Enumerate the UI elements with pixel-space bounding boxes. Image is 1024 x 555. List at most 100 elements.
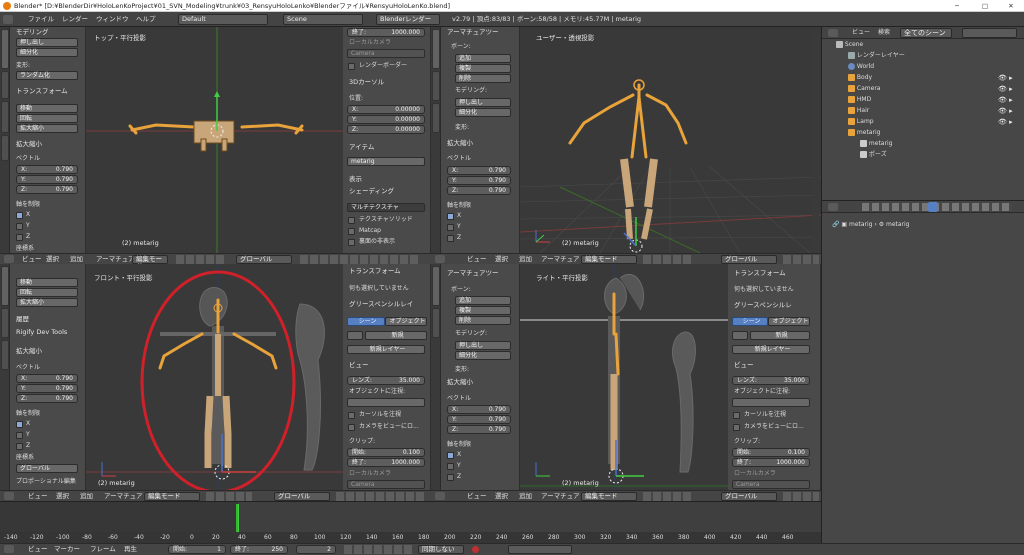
move-button[interactable]: 移動 [16,104,78,113]
vector-x-field-bl[interactable]: X: 0.790 [16,374,78,383]
editor-type-icon-bl[interactable] [4,492,14,500]
menu-add-tl[interactable]: 追加 [70,254,83,264]
viewport-top[interactable]: トップ・平行投影 (2) metarig [86,27,343,253]
viewport-right[interactable]: ライト・平行投影 (2) metarig [520,264,728,490]
randomize-button[interactable]: ランダム化 [16,71,78,80]
shading-buttons-tr[interactable] [643,255,693,264]
vector-z-field-bl[interactable]: Z: 0.790 [16,394,78,403]
mode-selector-bl[interactable]: 編集モード [144,492,200,501]
outliner-filter-dropdown[interactable]: 全てのシーン [900,28,952,38]
close-button[interactable]: ✕ [998,0,1024,12]
orientation-selector-tr[interactable]: グローバル [721,255,777,264]
constraint-y-checkbox-tr[interactable] [447,224,454,231]
shading-buttons-tl[interactable] [176,255,226,264]
shading-buttons-br[interactable] [643,492,693,501]
armature-data-tab[interactable] [928,202,938,212]
cam-to-view-checkbox-br[interactable] [733,424,740,431]
minimize-button[interactable]: ─ [944,0,970,12]
clip-end-field-br[interactable]: 終了: 1000.000 [732,458,810,467]
menu-armature-br[interactable]: アーマチュア [541,491,579,501]
vector-x-field-br[interactable]: X: 0.790 [447,405,511,414]
bone-delete-button-br[interactable]: 削除 [455,316,511,325]
constraint-y-checkbox-bl[interactable] [16,432,23,439]
gp-new-button[interactable]: 新規 [365,331,427,340]
vector-z-field-tr[interactable]: Z: 0.790 [447,186,511,195]
tab-options-br[interactable] [432,308,440,338]
constraint-z-checkbox-tr[interactable] [447,235,454,242]
constraint-x-checkbox-br[interactable] [447,452,454,459]
menu-add-bl[interactable]: 追加 [80,491,93,501]
outliner-world[interactable]: World [848,63,874,71]
timeline[interactable]: -140 -120 -100 -80 -60 -40 -20 0 20 40 6… [0,501,821,544]
tab-grease-pencil[interactable] [1,135,9,161]
layout-selector[interactable]: Default [178,14,268,25]
editor-type-icon-tl[interactable] [4,255,14,263]
start-frame-field[interactable]: 開始: 1 [168,545,226,554]
tab-options-tr[interactable] [432,71,440,101]
view-header-br[interactable]: ビュー [734,360,754,370]
keying-set-field[interactable] [508,545,572,554]
vector-z-field-br[interactable]: Z: 0.790 [447,425,511,434]
bone-extrude-button-br[interactable]: 押し出し [455,341,511,350]
item-name-field[interactable]: metarig [347,157,425,166]
lens-field-br[interactable]: レンズ: 35.000 [732,376,810,385]
editor-type-icon-br[interactable] [435,492,445,500]
outliner-item-hair[interactable]: Hair [848,107,869,115]
rotate-button-bl[interactable]: 回転 [16,288,78,297]
constraint-z-checkbox-br[interactable] [447,474,454,481]
viewport-front[interactable]: フロント・平行投影 (2) metarig [86,264,343,490]
orientation-dropdown-bl[interactable]: グローバル [16,464,78,473]
gp-new-layer-button[interactable]: 新規レイヤー [347,345,425,354]
editor-type-icon[interactable] [3,15,13,24]
viewport-user-scrollbar[interactable] [812,30,819,250]
gp-pencil-icon[interactable] [347,331,363,340]
display-header[interactable]: 表示 [349,174,362,184]
cursor-header[interactable]: 3Dカーソル [349,77,384,87]
tab-create-bl[interactable] [1,308,9,338]
outliner-item-hmd[interactable]: HMD [848,96,871,104]
view-header-bl[interactable]: ビュー [349,360,369,370]
menu-view-bl[interactable]: ビュー [28,491,48,501]
item-header[interactable]: アイテム [349,142,374,152]
scale-button-bl[interactable]: 拡大縮小 [16,298,78,307]
outliner-metarig-data[interactable]: metarig [860,140,892,148]
texture-mode-dropdown[interactable]: マルチテクスチャ [347,203,425,212]
armature-tools-header[interactable]: アーマチュアツー [447,27,498,37]
menu-armature-tl[interactable]: アーマチュア [96,254,134,264]
layer-buttons-bl[interactable] [336,492,426,501]
orientation-selector-tl[interactable]: グローバル [236,255,292,264]
vector-y-field-br[interactable]: Y: 0.790 [447,415,511,424]
tab-tools-br[interactable] [432,266,440,306]
shading-buttons-bl[interactable] [206,492,252,501]
playback-controls[interactable] [344,545,414,554]
matcap-checkbox[interactable] [348,228,355,235]
rotate-button[interactable]: 回転 [16,114,78,123]
render-border-checkbox[interactable] [348,63,355,70]
gp-new-button-br[interactable]: 新規 [750,331,810,340]
outliner-item-camera[interactable]: Camera [848,85,880,93]
subdivide-button[interactable]: 細分化 [16,48,78,57]
gp-pencil-icon-br[interactable] [732,331,748,340]
editor-type-icon-timeline[interactable] [4,545,14,553]
local-camera-field-br[interactable]: Camera [732,480,810,489]
layer-buttons-tl[interactable] [300,255,420,264]
menu-add-br[interactable]: 追加 [519,491,532,501]
mode-selector-tl[interactable]: 編集モード [132,255,168,270]
local-camera-field[interactable]: Camera [347,49,425,58]
menu-select-br[interactable]: 選択 [495,491,508,501]
vector-x-field[interactable]: X: 0.790 [16,165,78,174]
clip-start-field-br[interactable]: 開始: 0.100 [732,448,810,457]
transform-header-bl[interactable]: トランスフォーム [349,266,401,276]
outliner-item-metarig[interactable]: metarig [848,129,880,137]
bone-add-button-br[interactable]: 追加 [455,296,511,305]
constraint-y-checkbox-br[interactable] [447,463,454,470]
operator-header-tr[interactable]: 拡大縮小 [447,138,473,148]
gp-object-tab-br[interactable]: オブジェクト [768,317,810,326]
armature-tools-header-br[interactable]: アーマチュアツー [447,268,498,278]
scene-selector[interactable]: Scene [283,14,363,25]
properties-editor-icon[interactable] [828,203,838,211]
gp-scene-tab[interactable]: シーン [347,317,385,326]
menu-file[interactable]: ファイル [28,12,54,27]
menu-marker[interactable]: マーカー [54,544,80,554]
operator-header[interactable]: 拡大縮小 [16,139,42,149]
